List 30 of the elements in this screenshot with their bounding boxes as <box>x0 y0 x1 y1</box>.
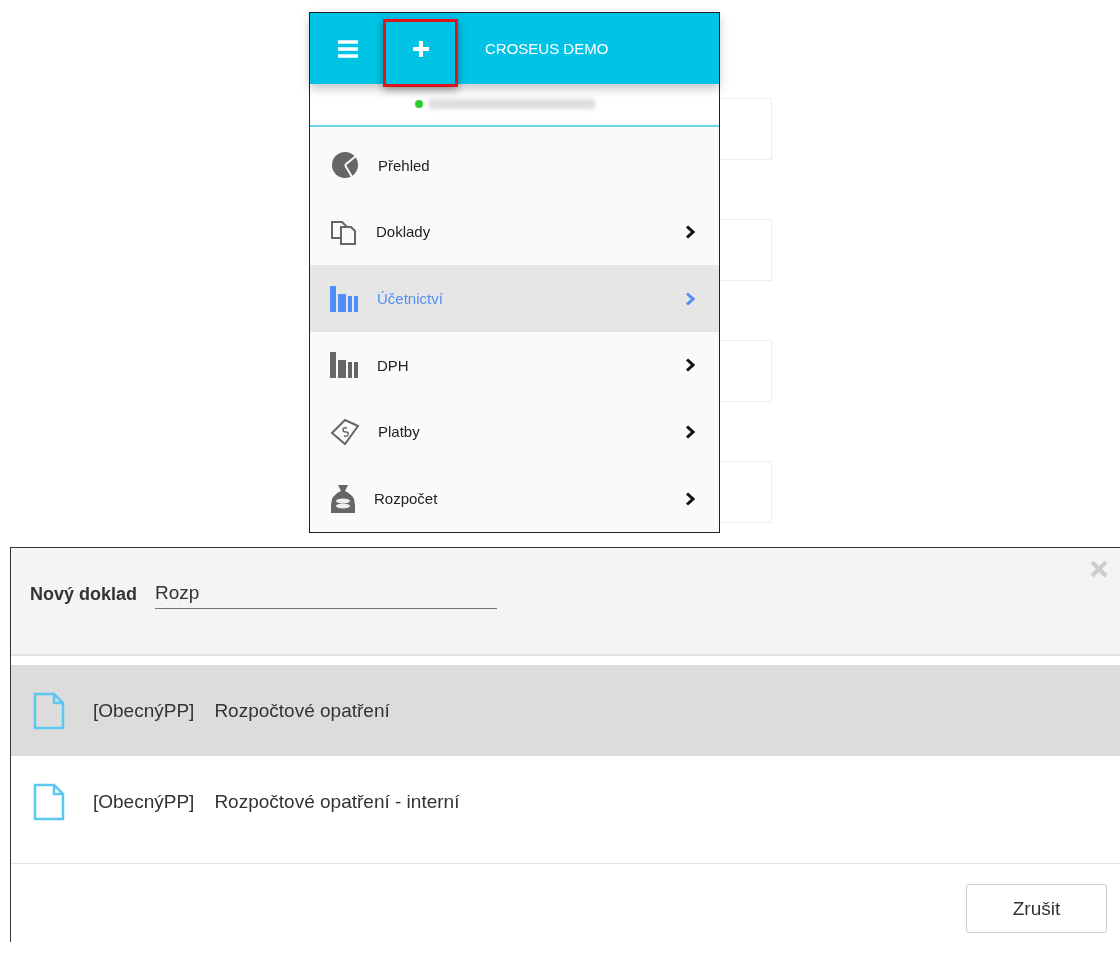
books-icon <box>330 285 359 312</box>
menu-item[interactable]: DPH <box>310 331 719 399</box>
type-name: Rozpočtové opatření - interní <box>214 790 460 813</box>
add-button[interactable] <box>383 18 458 87</box>
chevron-right-icon <box>685 224 695 239</box>
money-bag-icon <box>330 483 356 514</box>
chevron-right-icon <box>685 291 695 306</box>
app-title: CROSEUS DEMO <box>485 40 609 57</box>
search-field[interactable]: Rozp <box>155 582 498 609</box>
menu-item[interactable]: Přehled <box>310 131 719 199</box>
banknote-icon <box>330 417 360 446</box>
document-icon <box>33 691 65 730</box>
type-prefix: [ObecnýPP] <box>93 699 195 722</box>
chevron-right-icon <box>685 424 695 439</box>
plus-icon <box>411 39 430 58</box>
document-icon <box>33 782 65 821</box>
close-icon[interactable] <box>1090 560 1108 578</box>
document-type-option[interactable]: [ObecnýPP] Rozpočtové opatření <box>11 665 1120 756</box>
type-prefix: [ObecnýPP] <box>93 790 195 813</box>
chevron-right-icon <box>685 491 695 506</box>
chevron-right-icon <box>685 358 695 373</box>
menu-item[interactable]: Rozpočet <box>310 465 719 532</box>
cancel-button[interactable]: Zrušit <box>966 884 1107 933</box>
pie-chart-icon <box>330 150 360 181</box>
type-name: Rozpočtové opatření <box>214 699 390 722</box>
dialog-title: Nový doklad <box>30 584 138 605</box>
menu-item[interactable]: Doklady <box>310 198 719 266</box>
menu-item[interactable]: Platby <box>310 398 719 466</box>
books-icon <box>330 352 359 379</box>
menu-icon[interactable] <box>338 39 358 58</box>
